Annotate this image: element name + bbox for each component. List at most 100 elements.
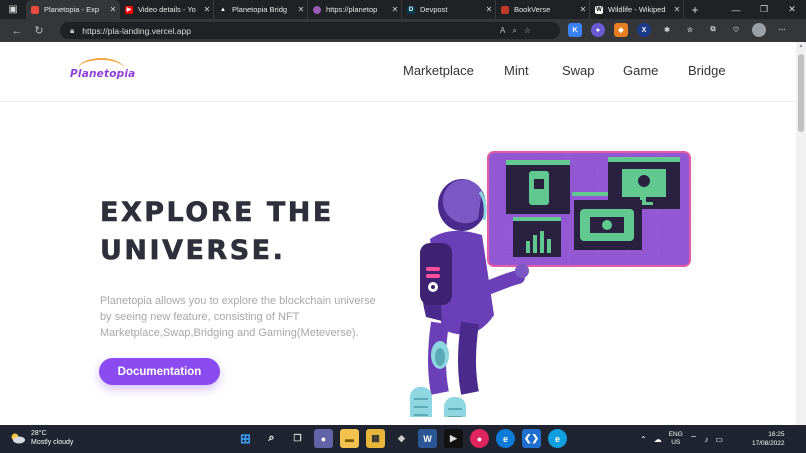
close-icon[interactable]: ✕ [389, 5, 401, 14]
collections-icon[interactable]: ⧉ [706, 23, 720, 37]
store-icon[interactable]: ▦ [366, 429, 385, 448]
profile-sync-icon[interactable]: ♡ [729, 23, 743, 37]
close-window-icon[interactable]: ✕ [778, 0, 806, 19]
url-text: https://pla-landing.vercel.app [82, 25, 191, 36]
tab-planetopia-url[interactable]: https://planetop ✕ [308, 0, 402, 19]
system-clock[interactable]: 16:25 17/08/2022 [752, 430, 785, 448]
favorite-star-icon[interactable]: ☆ [524, 26, 531, 35]
nav-swap[interactable]: Swap [562, 63, 595, 78]
nav-marketplace[interactable]: Marketplace [403, 63, 474, 78]
hero-title-line-2: UNIVERSE. [100, 235, 286, 267]
close-icon[interactable]: ✕ [107, 5, 119, 14]
refresh-icon[interactable]: ↻ [28, 24, 50, 37]
restore-icon[interactable]: ❐ [750, 0, 778, 19]
close-icon[interactable]: ✕ [483, 5, 495, 14]
read-aloud-icon[interactable]: A [500, 26, 505, 35]
logo-text: Planetopia [70, 68, 136, 80]
hero-title-line-1: EXPLORE THE [100, 197, 334, 229]
close-icon[interactable]: ✕ [671, 5, 683, 14]
app-generic-icon[interactable]: ◆ [392, 429, 411, 448]
wifi-icon[interactable]: ⌔ [690, 434, 698, 444]
youtube-icon: ▶ [125, 5, 133, 14]
volume-icon[interactable]: ♪ [704, 435, 708, 444]
site-logo[interactable]: Planetopia [70, 58, 135, 86]
favorites-icon[interactable]: ☆ [683, 23, 697, 37]
extension-discord-icon[interactable]: ● [591, 23, 605, 37]
tab-title: https://planetop [326, 5, 378, 14]
metamask-icon[interactable]: ◆ [614, 23, 628, 37]
nav-game[interactable]: Game [623, 63, 658, 78]
lang-region: US [671, 439, 681, 446]
close-icon[interactable]: ✕ [201, 5, 213, 14]
nav-mint[interactable]: Mint [504, 63, 529, 78]
tab-actions-icon[interactable]: ▣ [0, 0, 26, 19]
minimize-icon[interactable]: — [722, 0, 750, 19]
devpost-icon: D [407, 5, 415, 14]
onedrive-icon[interactable]: ☁ [654, 435, 662, 444]
page-scrollbar[interactable]: ▲ [796, 42, 806, 425]
windows-taskbar: 28°C Mostly cloudy ⊞ ⌕ ❐ ● ▬ ▦ ◆ W ▶ ● e… [0, 425, 806, 453]
browser-tab-strip: ▣ Planetopia - Exp ✕ ▶ Video details - Y… [0, 0, 806, 19]
taskbar-apps: ⊞ ⌕ ❐ ● ▬ ▦ ◆ W ▶ ● e ❮❯ e [236, 429, 567, 448]
new-tab-icon[interactable]: + [684, 0, 706, 19]
windows-start-icon[interactable]: ⊞ [236, 429, 255, 448]
lock-icon: 🔒︎ [70, 25, 75, 35]
planetopia-icon [31, 5, 39, 14]
lang-code: ENG [668, 431, 683, 438]
planet-icon [313, 5, 321, 14]
tab-planetopia-bridge[interactable]: ▲ Planetopia Bridg ✕ [214, 0, 308, 19]
clock-time: 16:25 [768, 431, 785, 438]
close-icon[interactable]: ✕ [295, 5, 307, 14]
tab-video-details[interactable]: ▶ Video details - Yo ✕ [120, 0, 214, 19]
tab-title: Video details - Yo [138, 5, 196, 14]
system-tray: ⌃ ☁ ENG US ⌔ ♪ ▭ [640, 425, 723, 453]
tab-devpost[interactable]: D Devpost ✕ [402, 0, 496, 19]
teams-chat-icon[interactable]: ● [314, 429, 333, 448]
tab-title: Wildlife - Wikiped [608, 5, 666, 14]
zoom-icon[interactable]: ⌕ [512, 26, 516, 36]
tab-bookverse[interactable]: BookVerse ✕ [496, 0, 590, 19]
battery-icon[interactable]: ▭ [715, 435, 723, 444]
terminal-icon[interactable]: ▶ [444, 429, 463, 448]
nav-bridge[interactable]: Bridge [688, 63, 726, 78]
window-controls: — ❐ ✕ [722, 0, 806, 19]
file-explorer-icon[interactable]: ▬ [340, 429, 359, 448]
weather-desc: Mostly cloudy [31, 439, 74, 446]
puzzle-extensions-icon[interactable]: ✱ [660, 23, 674, 37]
tab-title: Planetopia - Exp [44, 5, 100, 14]
scrollbar-thumb[interactable] [798, 54, 804, 132]
chevron-up-icon[interactable]: ⌃ [640, 435, 647, 444]
task-view-icon[interactable]: ❐ [288, 429, 307, 448]
app-badge-icon[interactable]: ● [470, 429, 489, 448]
omnibox-actions: A ⌕ ☆ [500, 22, 531, 39]
extensions-bar: K ● ◆ X ✱ ☆ ⧉ ♡ ⋯ [568, 23, 789, 37]
search-icon[interactable]: ⌕ [262, 429, 281, 448]
astronaut-illustration [410, 151, 691, 417]
scroll-up-icon[interactable]: ▲ [796, 43, 806, 49]
site-header: Planetopia Marketplace Mint Swap Game Br… [0, 42, 796, 102]
edge-dev-icon[interactable]: e [548, 429, 567, 448]
url-input[interactable]: 🔒︎ https://pla-landing.vercel.app [60, 22, 560, 39]
weather-widget[interactable]: 28°C Mostly cloudy [10, 429, 73, 447]
tab-title: Planetopia Bridg [232, 5, 288, 14]
clock-date: 17/08/2022 [752, 440, 785, 447]
vscode-icon[interactable]: ❮❯ [522, 429, 541, 448]
extension-x-icon[interactable]: X [637, 23, 651, 37]
hero-description: Planetopia allows you to explore the blo… [100, 295, 376, 339]
close-icon[interactable]: ✕ [577, 5, 589, 14]
tab-planetopia[interactable]: Planetopia - Exp ✕ [26, 0, 120, 19]
avatar[interactable] [752, 23, 766, 37]
extension-k-icon[interactable]: K [568, 23, 582, 37]
bookverse-icon [501, 5, 509, 14]
web-page: Planetopia Marketplace Mint Swap Game Br… [0, 42, 796, 425]
cloud-sun-icon [11, 433, 25, 444]
weather-temp: 28°C [31, 430, 47, 437]
back-icon[interactable]: ← [6, 25, 28, 37]
tab-wildlife[interactable]: W Wildlife - Wikiped ✕ [590, 0, 684, 19]
language-indicator[interactable]: ENG US [669, 431, 683, 447]
edge-icon[interactable]: e [496, 429, 515, 448]
word-icon[interactable]: W [418, 429, 437, 448]
more-menu-icon[interactable]: ⋯ [775, 23, 789, 37]
wikipedia-icon: W [595, 5, 603, 14]
documentation-button[interactable]: Documentation [99, 358, 220, 385]
